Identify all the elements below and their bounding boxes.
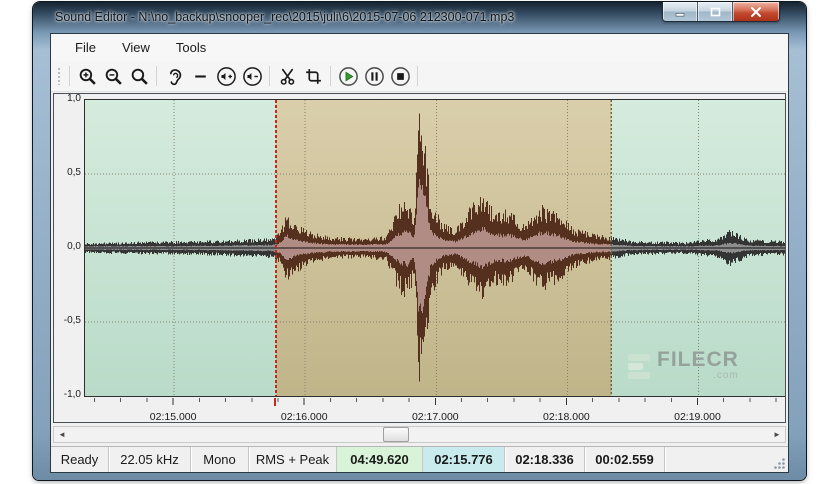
zoom-in-icon (79, 68, 96, 85)
zoom-in-button[interactable] (74, 63, 100, 89)
scrollbar-thumb[interactable] (382, 427, 409, 442)
x-axis-label: 02:15.000 (149, 411, 197, 423)
toolbar-separator (417, 66, 418, 86)
maximize-button[interactable] (698, 2, 733, 21)
pause-button[interactable] (361, 63, 387, 89)
y-axis-label: 0,0 (67, 241, 81, 252)
toolbar-separator (156, 66, 157, 86)
volume-up-icon (216, 66, 236, 86)
watermark-sub: .com (713, 370, 739, 381)
minimize-icon (675, 12, 685, 16)
x-axis-label: 02:18.000 (543, 411, 590, 423)
ear-icon (169, 68, 181, 85)
stop-button[interactable] (387, 63, 413, 89)
display-mode: RMS + Peak (249, 447, 337, 472)
watermark-text: FILECR (657, 348, 739, 371)
toolbar-separator (269, 66, 270, 86)
zoom-out-button[interactable] (100, 63, 126, 89)
play-icon (338, 66, 358, 86)
play-button[interactable] (335, 63, 361, 89)
cut-button[interactable] (274, 63, 300, 89)
menu-file[interactable]: File (64, 36, 107, 59)
total-duration: 04:49.620 (337, 447, 423, 472)
filecr-logo (628, 350, 650, 379)
minimize-button[interactable] (663, 2, 698, 21)
close-icon (751, 7, 761, 17)
waveform-panel: 1,0 0,5 0,0 -0,5 -1,0 02:15.000 02:16.00… (53, 93, 786, 423)
zoom-fit-button[interactable] (126, 63, 152, 89)
status-text: Ready (51, 447, 109, 472)
window-controls (662, 2, 780, 22)
menu-tools[interactable]: Tools (165, 36, 217, 59)
tool-bar (51, 61, 788, 92)
stop-icon (390, 66, 410, 86)
y-axis-label: 0,5 (67, 167, 81, 178)
zoom-out-icon (105, 68, 122, 85)
volume-down-icon (242, 66, 262, 86)
cursor-position: 02:15.776 (423, 447, 505, 472)
x-axis-label: 02:17.000 (411, 411, 459, 423)
selection-length: 00:02.559 (585, 447, 665, 472)
volume-down-button[interactable] (239, 63, 265, 89)
zoom-icon (131, 68, 148, 85)
cut-icon (280, 68, 294, 85)
y-axis-label: -1,0 (63, 389, 81, 400)
status-bar: Ready 22.05 kHz Mono RMS + Peak 04:49.620 02:… (51, 446, 788, 472)
crop-icon (305, 68, 321, 84)
close-button[interactable] (733, 2, 779, 21)
sample-rate: 22.05 kHz (109, 447, 191, 472)
app-window: Sound Editor - N:\no_backup\snooper_rec\… (33, 2, 806, 480)
selection-end: 02:18.336 (505, 447, 585, 472)
client-area: File View Tools 1,0 0,5 0,0 -0,5 -1,0 02… (50, 33, 789, 473)
scroll-left-arrow[interactable]: ◄ (54, 427, 70, 442)
toolbar-grip[interactable] (57, 67, 62, 85)
minus-icon (194, 74, 206, 78)
title-bar[interactable]: Sound Editor - N:\no_backup\snooper_rec\… (33, 2, 806, 33)
watermark: FILECR .com (628, 348, 739, 381)
y-axis-label: 1,0 (67, 93, 81, 104)
x-axis-ticks (84, 398, 785, 411)
y-axis-label: -0,5 (63, 315, 81, 326)
crop-button[interactable] (300, 63, 326, 89)
x-axis-label: 02:19.000 (674, 411, 721, 423)
horizontal-scrollbar[interactable]: ◄ ► (53, 426, 786, 443)
pause-icon (364, 66, 384, 86)
menu-bar: File View Tools (51, 34, 788, 61)
x-axis-label: 02:16.000 (280, 411, 328, 423)
maximize-icon (710, 7, 720, 17)
channels: Mono (191, 447, 249, 472)
menu-view[interactable]: View (111, 36, 161, 59)
scroll-right-arrow[interactable]: ► (769, 427, 785, 442)
silence-button[interactable] (187, 63, 213, 89)
listen-button[interactable] (161, 63, 187, 89)
toolbar-separator (330, 66, 331, 86)
window-title: Sound Editor - N:\no_backup\snooper_rec\… (55, 10, 515, 24)
toolbar-separator (69, 66, 70, 86)
resize-grip-icon[interactable] (772, 456, 786, 470)
volume-up-button[interactable] (213, 63, 239, 89)
